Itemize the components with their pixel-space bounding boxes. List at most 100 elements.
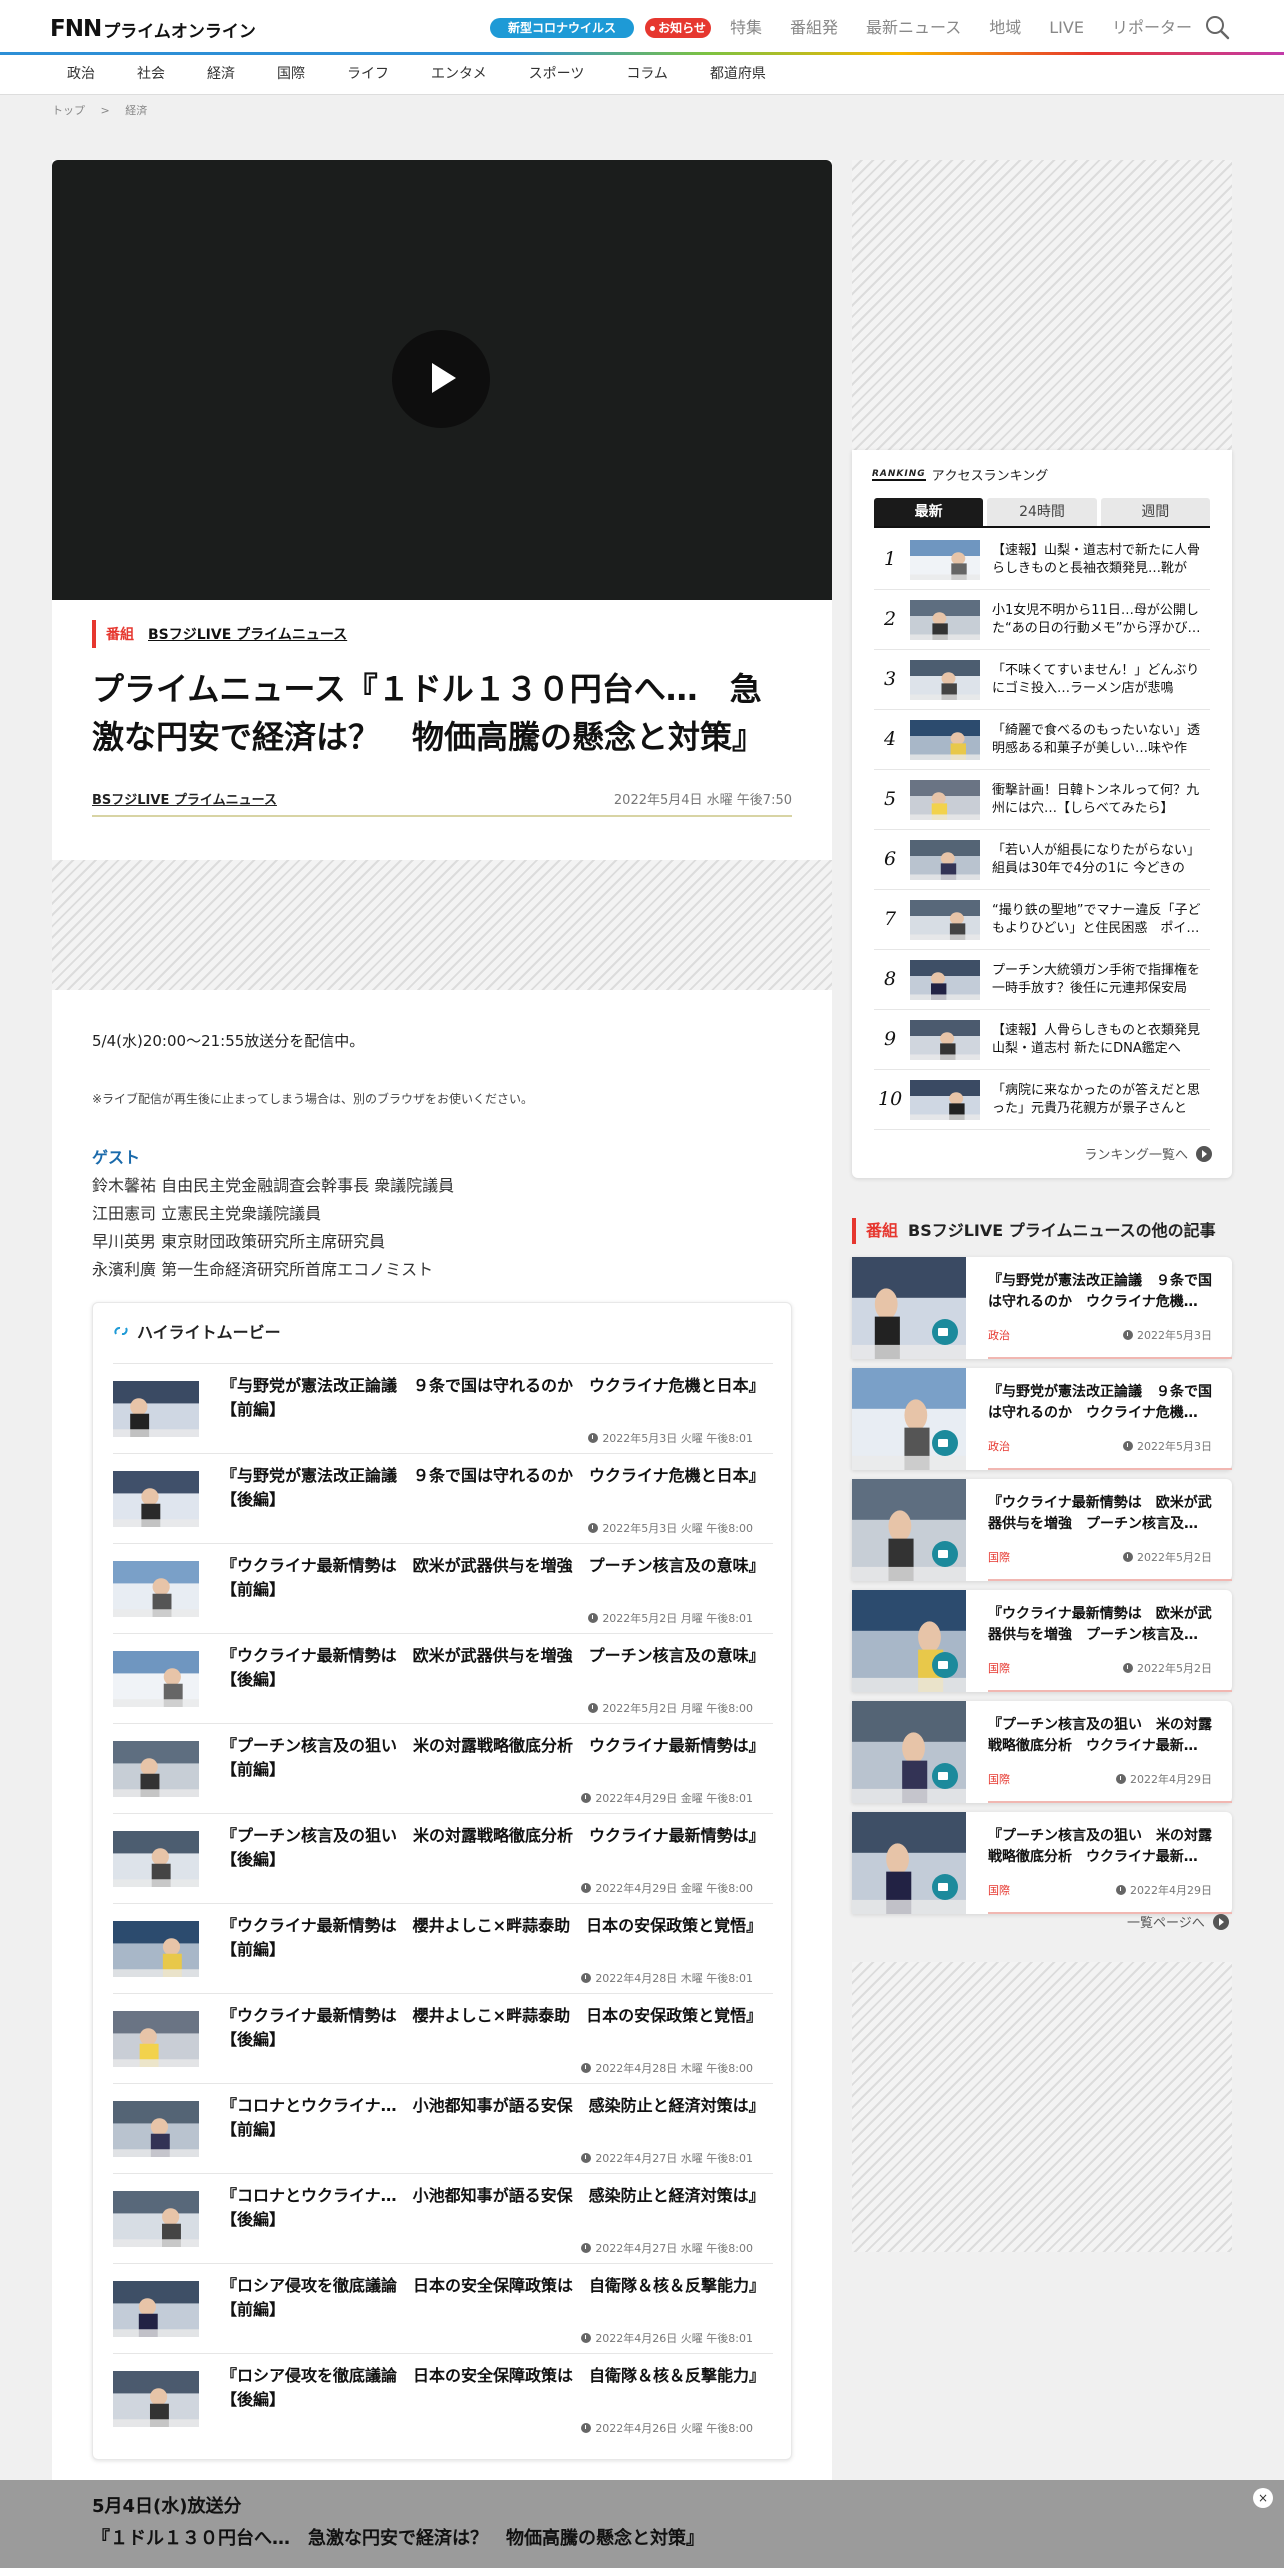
video-thumbnail[interactable] <box>113 1561 199 1617</box>
highlight-title[interactable]: 『ウクライナ最新情勢は 櫻井よしこ×畔蒜泰助 日本の安保政策と覚悟』【前編】 <box>221 1914 761 1962</box>
ranking-item[interactable]: 5 衝撃計画！日韓トンネルって何？九州には穴…【しらべてみたら】 <box>874 770 1210 830</box>
other-article-title[interactable]: 『与野党が憲法改正論議 ９条で国は守れるのか ウクライナ危機… <box>988 1382 1214 1424</box>
header-nav-regions[interactable]: 地域 <box>989 17 1021 39</box>
video-thumbnail[interactable] <box>113 2281 199 2337</box>
highlight-title[interactable]: 『プーチン核言及の狙い 米の対露戦略徹底分析 ウクライナ最新情勢は』【前編】 <box>221 1734 761 1782</box>
header-nav-programs[interactable]: 番組発 <box>790 17 838 39</box>
other-article-card[interactable]: 『プーチン核言及の狙い 米の対露戦略徹底分析 ウクライナ最新… 国際 2022年… <box>852 1812 1232 1914</box>
highlight-list-item[interactable]: 『ウクライナ最新情勢は 櫻井よしこ×畔蒜泰助 日本の安保政策と覚悟』【後編】 2… <box>113 1993 773 2083</box>
tab-latest[interactable]: 最新 <box>874 498 984 526</box>
ranking-thumbnail[interactable] <box>910 1080 980 1120</box>
ranking-item[interactable]: 1 【速報】山梨・道志村で新たに人骨らしきものと長袖衣類発見…靴が見… <box>874 530 1210 590</box>
other-article-title[interactable]: 『プーチン核言及の狙い 米の対露戦略徹底分析 ウクライナ最新… <box>988 1826 1214 1868</box>
ranking-thumbnail[interactable] <box>910 600 980 640</box>
breadcrumb-home[interactable]: トップ <box>52 104 85 117</box>
highlight-list-item[interactable]: 『コロナとウクライナ… 小池都知事が語る安保 感染防止と経済対策は』【前編】 2… <box>113 2083 773 2173</box>
highlight-title[interactable]: 『与野党が憲法改正論議 ９条で国は守れるのか ウクライナ危機と日本』【前編】 <box>221 1374 761 1422</box>
other-article-card[interactable]: 『ウクライナ最新情勢は 欧米が武器供与を増強 プーチン核言及… 国際 2022年… <box>852 1479 1232 1581</box>
play-button-icon[interactable] <box>392 330 490 428</box>
category-column[interactable]: コラム <box>626 55 668 94</box>
program-name-link[interactable]: BSフジLIVE プライムニュース <box>148 624 347 644</box>
highlight-list-item[interactable]: 『与野党が憲法改正論議 ９条で国は守れるのか ウクライナ危機と日本』【後編】 2… <box>113 1453 773 1543</box>
ranking-item[interactable]: 3 「不味くてすいません！」どんぶりにゴミ投入…ラーメン店が悲鳴 <box>874 650 1210 710</box>
tab-24h[interactable]: 24時間 <box>987 498 1097 526</box>
category-sports[interactable]: スポーツ <box>529 55 585 94</box>
video-player[interactable] <box>52 160 832 600</box>
highlight-title[interactable]: 『ロシア侵攻を徹底議論 日本の安全保障政策は 自衛隊＆核＆反撃能力』【前編】 <box>221 2274 761 2322</box>
category-life[interactable]: ライフ <box>347 55 389 94</box>
video-thumbnail[interactable] <box>113 2371 199 2427</box>
highlight-title[interactable]: 『ウクライナ最新情勢は 欧米が武器供与を増強 プーチン核言及の意味』【前編】 <box>221 1554 761 1602</box>
highlight-title[interactable]: 『コロナとウクライナ… 小池都知事が語る安保 感染防止と経済対策は』【後編】 <box>221 2184 761 2232</box>
ranking-title[interactable]: 「若い人が組長になりたがらない」組員は30年で4分の1に 今どきの暴… <box>992 842 1208 878</box>
other-articles-more-link[interactable]: 一覧ページへ <box>1127 1912 1229 1931</box>
ranking-thumbnail[interactable] <box>910 780 980 820</box>
close-icon[interactable]: × <box>1253 2488 1273 2508</box>
ranking-thumbnail[interactable] <box>910 840 980 880</box>
highlight-title[interactable]: 『ウクライナ最新情勢は 櫻井よしこ×畔蒜泰助 日本の安保政策と覚悟』【後編】 <box>221 2004 761 2052</box>
category-entertainment[interactable]: エンタメ <box>431 55 487 94</box>
ranking-item[interactable]: 10 「病院に来なかったのが答えだと思った」元貴乃花親方が景子さんと離… <box>874 1070 1210 1130</box>
other-article-title[interactable]: 『ウクライナ最新情勢は 欧米が武器供与を増強 プーチン核言及… <box>988 1604 1214 1646</box>
video-thumbnail[interactable] <box>113 2011 199 2067</box>
other-article-card[interactable]: 『プーチン核言及の狙い 米の対露戦略徹底分析 ウクライナ最新… 国際 2022年… <box>852 1701 1232 1803</box>
video-thumbnail[interactable] <box>113 2191 199 2247</box>
ranking-title[interactable]: 【速報】人骨らしきものと衣類発見 山梨・道志村 新たにDNA鑑定へ <box>992 1022 1208 1058</box>
header-nav-features[interactable]: 特集 <box>730 17 762 39</box>
ranking-thumbnail[interactable] <box>910 900 980 940</box>
ranking-item[interactable]: 9 【速報】人骨らしきものと衣類発見 山梨・道志村 新たにDNA鑑定へ <box>874 1010 1210 1070</box>
other-article-card[interactable]: 『与野党が憲法改正論議 ９条で国は守れるのか ウクライナ危機… 政治 2022年… <box>852 1257 1232 1359</box>
ranking-title[interactable]: 小1女児不明から11日…母が公開した“あの日の行動メモ”から浮かび… <box>992 602 1208 638</box>
video-thumbnail[interactable] <box>113 1471 199 1527</box>
ranking-title[interactable]: 「綺麗で食べるのもったいない」透明感ある和菓子が美しい…味や作り… <box>992 722 1208 758</box>
ranking-more-link[interactable]: ランキング一覧へ <box>1084 1144 1212 1163</box>
covid-pill-button[interactable]: 新型コロナウイルス <box>490 18 634 38</box>
highlight-title[interactable]: 『ウクライナ最新情勢は 欧米が武器供与を増強 プーチン核言及の意味』【後編】 <box>221 1644 761 1692</box>
ranking-thumbnail[interactable] <box>910 1020 980 1060</box>
ranking-item[interactable]: 4 「綺麗で食べるのもったいない」透明感ある和菓子が美しい…味や作り… <box>874 710 1210 770</box>
category-society[interactable]: 社会 <box>137 55 165 94</box>
other-article-title[interactable]: 『与野党が憲法改正論議 ９条で国は守れるのか ウクライナ危機… <box>988 1271 1214 1313</box>
header-nav-reporter[interactable]: リポーター <box>1112 17 1192 39</box>
other-article-title[interactable]: 『プーチン核言及の狙い 米の対露戦略徹底分析 ウクライナ最新… <box>988 1715 1214 1757</box>
highlight-title[interactable]: 『コロナとウクライナ… 小池都知事が語る安保 感染防止と経済対策は』【前編】 <box>221 2094 761 2142</box>
video-thumbnail[interactable] <box>113 1921 199 1977</box>
video-thumbnail[interactable] <box>113 1381 199 1437</box>
highlight-list-item[interactable]: 『ウクライナ最新情勢は 欧米が武器供与を増強 プーチン核言及の意味』【後編】 2… <box>113 1633 773 1723</box>
ranking-title[interactable]: “撮り鉄の聖地”でマナー違反「子どもよりひどい」と住民困惑 ポイ… <box>992 902 1208 938</box>
ranking-title[interactable]: 「病院に来なかったのが答えだと思った」元貴乃花親方が景子さんと離… <box>992 1082 1208 1118</box>
highlight-list-item[interactable]: 『ウクライナ最新情勢は 櫻井よしこ×畔蒜泰助 日本の安保政策と覚悟』【前編】 2… <box>113 1903 773 1993</box>
header-nav-latest[interactable]: 最新ニュース <box>866 17 961 39</box>
video-thumbnail[interactable] <box>113 2101 199 2157</box>
ranking-title[interactable]: 【速報】山梨・道志村で新たに人骨らしきものと長袖衣類発見…靴が見… <box>992 542 1208 578</box>
other-article-title[interactable]: 『ウクライナ最新情勢は 欧米が武器供与を増強 プーチン核言及… <box>988 1493 1214 1535</box>
ranking-thumbnail[interactable] <box>910 720 980 760</box>
video-thumbnail[interactable] <box>113 1831 199 1887</box>
other-article-card[interactable]: 『与野党が憲法改正論議 ９条で国は守れるのか ウクライナ危機… 政治 2022年… <box>852 1368 1232 1470</box>
ranking-item[interactable]: 7 “撮り鉄の聖地”でマナー違反「子どもよりひどい」と住民困惑 ポイ… <box>874 890 1210 950</box>
ranking-title[interactable]: 「不味くてすいません！」どんぶりにゴミ投入…ラーメン店が悲鳴 <box>992 662 1208 698</box>
ranking-item[interactable]: 2 小1女児不明から11日…母が公開した“あの日の行動メモ”から浮かび… <box>874 590 1210 650</box>
category-economy[interactable]: 経済 <box>207 55 235 94</box>
ranking-item[interactable]: 6 「若い人が組長になりたがらない」組員は30年で4分の1に 今どきの暴… <box>874 830 1210 890</box>
breadcrumb-current[interactable]: 経済 <box>125 104 147 117</box>
search-icon[interactable] <box>1204 14 1230 40</box>
video-thumbnail[interactable] <box>113 1651 199 1707</box>
highlight-title[interactable]: 『プーチン核言及の狙い 米の対露戦略徹底分析 ウクライナ最新情勢は』【後編】 <box>221 1824 761 1872</box>
highlight-list-item[interactable]: 『与野党が憲法改正論議 ９条で国は守れるのか ウクライナ危機と日本』【前編】 2… <box>113 1363 773 1453</box>
highlight-title[interactable]: 『ロシア侵攻を徹底議論 日本の安全保障政策は 自衛隊＆核＆反撃能力』【後編】 <box>221 2364 761 2412</box>
ranking-item[interactable]: 8 プーチン大統領ガン手術で指揮権を一時手放す？後任に元連邦保安局長… <box>874 950 1210 1010</box>
highlight-list-item[interactable]: 『ロシア侵攻を徹底議論 日本の安全保障政策は 自衛隊＆核＆反撃能力』【前編】 2… <box>113 2263 773 2353</box>
highlight-list-item[interactable]: 『ウクライナ最新情勢は 欧米が武器供与を増強 プーチン核言及の意味』【前編】 2… <box>113 1543 773 1633</box>
ranking-title[interactable]: 衝撃計画！日韓トンネルって何？九州には穴…【しらべてみたら】 <box>992 782 1208 818</box>
category-international[interactable]: 国際 <box>277 55 305 94</box>
other-article-card[interactable]: 『ウクライナ最新情勢は 欧米が武器供与を増強 プーチン核言及… 国際 2022年… <box>852 1590 1232 1692</box>
highlight-list-item[interactable]: 『プーチン核言及の狙い 米の対露戦略徹底分析 ウクライナ最新情勢は』【前編】 2… <box>113 1723 773 1813</box>
category-politics[interactable]: 政治 <box>67 55 95 94</box>
highlight-title[interactable]: 『与野党が憲法改正論議 ９条で国は守れるのか ウクライナ危機と日本』【後編】 <box>221 1464 761 1512</box>
highlight-list-item[interactable]: 『プーチン核言及の狙い 米の対露戦略徹底分析 ウクライナ最新情勢は』【後編】 2… <box>113 1813 773 1903</box>
highlight-list-item[interactable]: 『コロナとウクライナ… 小池都知事が語る安保 感染防止と経済対策は』【後編】 2… <box>113 2173 773 2263</box>
highlight-list-item[interactable]: 『ロシア侵攻を徹底議論 日本の安全保障政策は 自衛隊＆核＆反撃能力』【後編】 2… <box>113 2353 773 2443</box>
tab-weekly[interactable]: 週間 <box>1100 498 1210 526</box>
video-thumbnail[interactable] <box>113 1741 199 1797</box>
